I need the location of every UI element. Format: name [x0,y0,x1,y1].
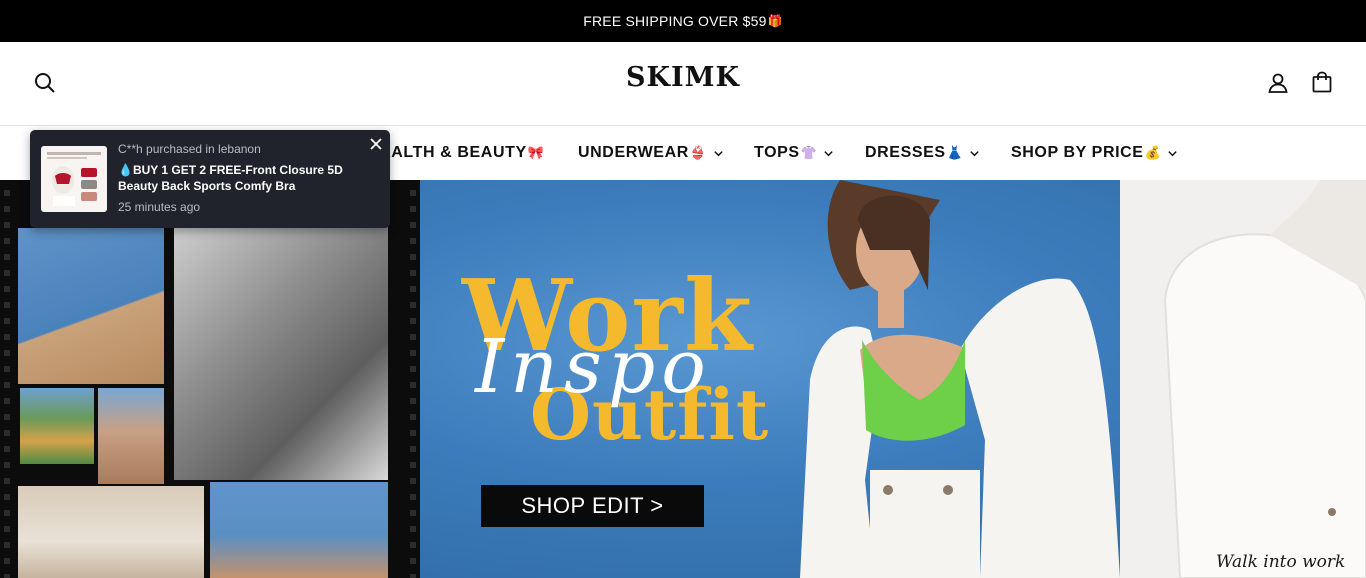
notification-product-link[interactable]: 💧BUY 1 GET 2 FREE-Front Closure 5D Beaut… [118,162,358,194]
nav-item-label: UNDERWEAR [578,144,689,161]
photo-collage [0,180,420,578]
chevron-down-icon [713,148,724,159]
bikini-icon: 👙 [689,145,707,160]
blouse-icon: 👚 [800,145,818,160]
product-thumbnail[interactable] [41,146,107,212]
collage-photo [174,226,388,480]
chevron-down-icon [823,148,834,159]
nav-item-health-beauty[interactable]: EALTH & BEAUTY 🎀 [380,126,545,180]
gift-icon: 🎁 [767,14,783,28]
film-edge [4,180,10,578]
site-header: SKIMK [0,42,1366,126]
purchase-notification[interactable]: C**h purchased in lebanon 💧BUY 1 GET 2 F… [30,130,390,228]
collage-photo [98,388,164,484]
site-logo[interactable]: SKIMK [0,62,1366,93]
hero-side-image [1120,180,1366,578]
announcement-text: FREE SHIPPING OVER $59 [583,13,767,29]
hero-side-caption: Walk into work [1216,552,1346,572]
announcement-bar: FREE SHIPPING OVER $59 🎁 [0,0,1366,42]
film-edge [410,180,416,578]
hero-headline-script: Inspo [475,324,712,410]
chevron-down-icon [969,148,980,159]
dress-icon: 👗 [946,145,964,160]
nav-item-label: DRESSES [865,144,946,161]
hero-model-image [780,180,1140,578]
nav-item-underwear[interactable]: UNDERWEAR 👙 [578,126,724,180]
close-icon[interactable] [369,137,383,151]
hero-banner[interactable]: Work Outfit Inspo SHOP EDIT > Walk into … [0,180,1366,578]
notification-buyer: C**h purchased in lebanon [118,142,261,156]
nav-item-shop-by-price[interactable]: SHOP BY PRICE 💰 [1011,126,1178,180]
money-bag-icon: 💰 [1144,145,1162,160]
account-icon[interactable] [1266,71,1290,95]
nav-item-label: SHOP BY PRICE [1011,144,1144,161]
nav-item-label: TOPS [754,144,800,161]
bag-icon[interactable] [1310,70,1334,94]
notification-time: 25 minutes ago [118,200,201,214]
collage-photo [210,482,388,578]
shop-edit-button[interactable]: SHOP EDIT > [481,485,704,527]
collage-photo [18,486,204,578]
nav-item-label: EALTH & BEAUTY [380,144,527,161]
nav-item-dresses[interactable]: DRESSES 👗 [865,126,980,180]
chevron-down-icon [1167,148,1178,159]
collage-photo [18,228,164,384]
bow-icon: 🎀 [527,145,545,160]
collage-photo [20,388,94,464]
nav-item-tops[interactable]: TOPS 👚 [754,126,834,180]
